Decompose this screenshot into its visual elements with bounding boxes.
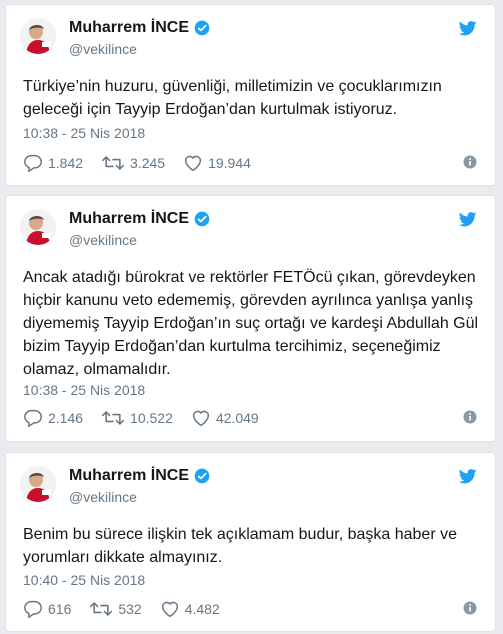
like-count: 4.482 bbox=[184, 601, 220, 617]
tweet-timestamp[interactable]: 10:38 - 25 Nis 2018 bbox=[23, 125, 145, 141]
retweet-count: 10.522 bbox=[130, 410, 173, 426]
tweet-text: Ancak atadığı bürokrat ve rektörler FETÖ… bbox=[23, 269, 479, 378]
heart-icon bbox=[184, 155, 202, 172]
tweet-text: Türkiye’nin huzuru, güvenliği, milletimi… bbox=[23, 78, 442, 118]
info-icon[interactable] bbox=[463, 155, 477, 174]
verified-icon bbox=[194, 468, 210, 484]
author-name[interactable]: Muharrem İNCE bbox=[69, 210, 210, 228]
like-count: 19.944 bbox=[208, 155, 251, 171]
tweet-text: Benim bu sürece ilişkin tek açıklamam bu… bbox=[23, 526, 457, 566]
like-button[interactable]: 19.944 bbox=[183, 154, 251, 172]
retweet-button[interactable]: 532 bbox=[89, 600, 142, 618]
author-handle[interactable]: @vekilince bbox=[69, 232, 137, 248]
retweet-count: 532 bbox=[118, 601, 142, 617]
tweet-actions: 1.842 3.245 19.944 bbox=[23, 153, 477, 173]
verified-icon bbox=[194, 211, 210, 227]
like-count: 42.049 bbox=[215, 410, 259, 426]
author-name[interactable]: Muharrem İNCE bbox=[69, 467, 210, 485]
reply-icon bbox=[24, 409, 42, 427]
tweet-timestamp[interactable]: 10:40 - 25 Nis 2018 bbox=[23, 572, 145, 588]
reply-icon bbox=[24, 600, 42, 618]
heart-icon bbox=[192, 410, 209, 427]
twitter-bird-icon[interactable] bbox=[458, 21, 477, 41]
author-name-text: Muharrem İNCE bbox=[69, 210, 190, 227]
info-icon[interactable] bbox=[463, 601, 477, 620]
retweet-icon bbox=[101, 411, 125, 425]
retweet-icon bbox=[90, 602, 113, 616]
twitter-bird-icon[interactable] bbox=[458, 469, 477, 489]
heart-icon bbox=[161, 601, 178, 618]
twitter-bird-icon[interactable] bbox=[458, 212, 477, 232]
avatar[interactable] bbox=[20, 18, 56, 54]
author-handle[interactable]: @vekilince bbox=[69, 41, 137, 57]
retweet-button[interactable]: 10.522 bbox=[101, 409, 173, 427]
author-name[interactable]: Muharrem İNCE bbox=[69, 19, 210, 37]
reply-button[interactable]: 616 bbox=[23, 600, 71, 618]
avatar[interactable] bbox=[20, 209, 56, 245]
reply-button[interactable]: 1.842 bbox=[23, 154, 83, 172]
tweet-actions: 2.146 10.522 42.049 bbox=[23, 408, 477, 428]
tweet-card[interactable]: Muharrem İNCE @vekilince Ancak atadığı b… bbox=[5, 195, 496, 442]
info-icon[interactable] bbox=[463, 410, 477, 429]
tweet-actions: 616 532 4.482 bbox=[23, 599, 477, 619]
verified-icon bbox=[194, 20, 210, 36]
tweet-card[interactable]: Muharrem İNCE @vekilince Benim bu sürece… bbox=[5, 452, 496, 632]
retweet-icon bbox=[101, 156, 125, 170]
avatar[interactable] bbox=[20, 466, 56, 502]
like-button[interactable]: 4.482 bbox=[160, 600, 220, 618]
author-handle[interactable]: @vekilince bbox=[69, 489, 137, 505]
reply-count: 616 bbox=[48, 601, 72, 617]
retweet-button[interactable]: 3.245 bbox=[101, 154, 165, 172]
reply-icon bbox=[24, 154, 42, 172]
like-button[interactable]: 42.049 bbox=[191, 409, 259, 427]
tweet-card[interactable]: Muharrem İNCE @vekilince Türkiye’nin huz… bbox=[5, 4, 496, 186]
reply-count: 1.842 bbox=[48, 155, 84, 171]
retweet-count: 3.245 bbox=[130, 155, 166, 171]
reply-count: 2.146 bbox=[48, 410, 84, 426]
reply-button[interactable]: 2.146 bbox=[23, 409, 83, 427]
author-name-text: Muharrem İNCE bbox=[69, 19, 190, 36]
author-name-text: Muharrem İNCE bbox=[69, 467, 190, 484]
tweet-timestamp[interactable]: 10:38 - 25 Nis 2018 bbox=[23, 382, 145, 398]
